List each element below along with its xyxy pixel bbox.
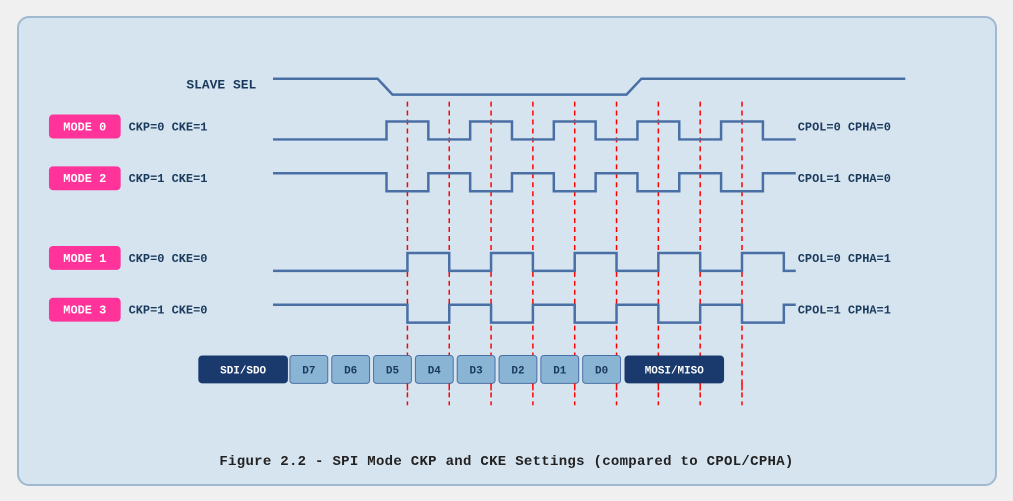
svg-text:CKP=1 CKE=1: CKP=1 CKE=1: [128, 172, 207, 186]
slave-sel-label: SLAVE SEL: [186, 77, 256, 92]
svg-text:MODE 0: MODE 0: [63, 120, 106, 134]
svg-text:D7: D7: [302, 365, 315, 377]
svg-text:CPOL=1 CPHA=1: CPOL=1 CPHA=1: [797, 303, 890, 317]
svg-text:D6: D6: [344, 365, 357, 377]
diagram-area: SLAVE SEL MODE 0 CKP=0 CKE=1 CPOL=0 CPHA…: [39, 36, 975, 446]
svg-text:CPOL=0 CPHA=0: CPOL=0 CPHA=0: [797, 120, 890, 134]
svg-text:D5: D5: [385, 365, 398, 377]
svg-text:CKP=0 CKE=0: CKP=0 CKE=0: [128, 251, 207, 265]
figure-caption: Figure 2.2 - SPI Mode CKP and CKE Settin…: [39, 454, 975, 470]
svg-text:D4: D4: [427, 365, 441, 377]
svg-text:D3: D3: [469, 365, 483, 377]
main-container: SLAVE SEL MODE 0 CKP=0 CKE=1 CPOL=0 CPHA…: [17, 16, 997, 486]
svg-text:MOSI/MISO: MOSI/MISO: [644, 365, 704, 377]
svg-text:CPOL=0 CPHA=1: CPOL=0 CPHA=1: [797, 251, 890, 265]
svg-text:CPOL=1 CPHA=0: CPOL=1 CPHA=0: [797, 172, 890, 186]
svg-text:MODE 2: MODE 2: [63, 172, 106, 186]
svg-text:MODE 3: MODE 3: [63, 303, 106, 317]
svg-text:CKP=0 CKE=1: CKP=0 CKE=1: [128, 120, 207, 134]
svg-text:CKP=1 CKE=0: CKP=1 CKE=0: [128, 303, 207, 317]
svg-text:D2: D2: [511, 365, 524, 377]
svg-text:D0: D0: [595, 365, 608, 377]
svg-text:SDI/SDO: SDI/SDO: [220, 365, 266, 377]
svg-text:MODE 1: MODE 1: [63, 251, 106, 265]
svg-text:D1: D1: [553, 365, 567, 377]
